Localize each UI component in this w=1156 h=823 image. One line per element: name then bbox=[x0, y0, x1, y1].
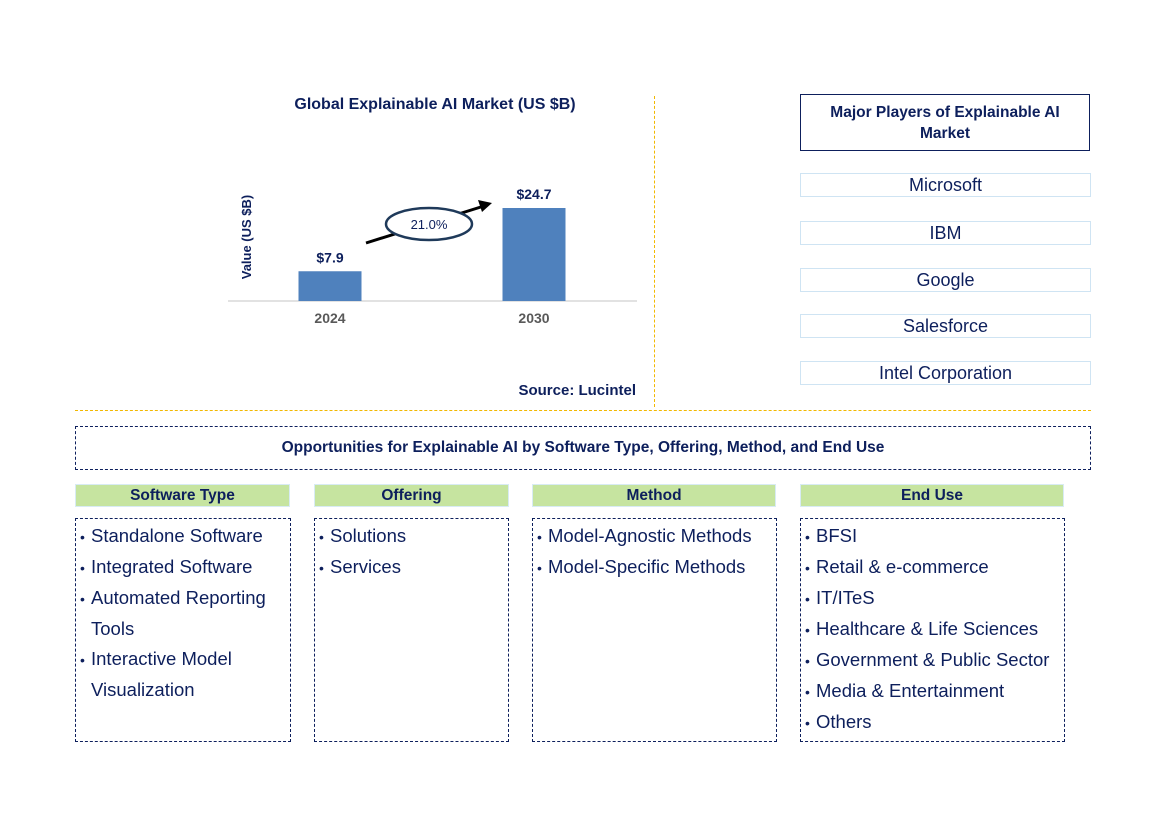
y-axis-label: Value (US $B) bbox=[239, 195, 254, 280]
player-item: Google bbox=[800, 268, 1091, 292]
list-item: Model-Agnostic Methods bbox=[537, 521, 772, 552]
player-item: Microsoft bbox=[800, 173, 1091, 197]
data-label-2030: $24.7 bbox=[516, 186, 551, 202]
list-item: Interactive Model Visualization bbox=[80, 644, 286, 705]
list-item: Others bbox=[805, 707, 1060, 738]
growth-arrow-head bbox=[478, 200, 492, 212]
player-item: Intel Corporation bbox=[800, 361, 1091, 385]
growth-annotation: 21.0% bbox=[365, 200, 492, 245]
opportunities-title: Opportunities for Explainable AI by Soft… bbox=[75, 426, 1091, 470]
player-item: Salesforce bbox=[800, 314, 1091, 338]
bar-2030 bbox=[502, 208, 566, 301]
x-tick-label-2024: 2024 bbox=[314, 310, 345, 326]
category-list: SolutionsServices bbox=[319, 521, 504, 583]
list-item: Government & Public Sector bbox=[805, 645, 1060, 676]
category-list: Model-Agnostic MethodsModel-Specific Met… bbox=[537, 521, 772, 583]
player-item: IBM bbox=[800, 221, 1091, 245]
category-header-method: Method bbox=[532, 484, 776, 507]
growth-rate-label: 21.0% bbox=[411, 217, 448, 232]
list-item: Media & Entertainment bbox=[805, 676, 1060, 707]
list-item: Healthcare & Life Sciences bbox=[805, 614, 1060, 645]
list-item: Integrated Software bbox=[80, 552, 286, 583]
category-list: BFSIRetail & e-commerceIT/ITeSHealthcare… bbox=[805, 521, 1060, 738]
list-item: Standalone Software bbox=[80, 521, 286, 552]
vertical-divider bbox=[654, 96, 655, 407]
list-item: Services bbox=[319, 552, 504, 583]
players-title: Major Players of Explainable AI Market bbox=[800, 94, 1090, 151]
category-box-end-use: BFSIRetail & e-commerceIT/ITeSHealthcare… bbox=[800, 518, 1065, 742]
list-item: BFSI bbox=[805, 521, 1060, 552]
list-item: Model-Specific Methods bbox=[537, 552, 772, 583]
category-header-offering: Offering bbox=[314, 484, 509, 507]
category-header-end-use: End Use bbox=[800, 484, 1064, 507]
category-box-software-type: Standalone SoftwareIntegrated SoftwareAu… bbox=[75, 518, 291, 742]
category-header-software-type: Software Type bbox=[75, 484, 290, 507]
category-box-method: Model-Agnostic MethodsModel-Specific Met… bbox=[532, 518, 777, 742]
bar-2024 bbox=[298, 271, 362, 301]
data-label-2024: $7.9 bbox=[316, 249, 343, 265]
source-note: Source: Lucintel bbox=[518, 382, 636, 399]
list-item: Solutions bbox=[319, 521, 504, 552]
list-item: IT/ITeS bbox=[805, 583, 1060, 614]
x-tick-label-2030: 2030 bbox=[518, 310, 549, 326]
list-item: Automated Reporting Tools bbox=[80, 583, 286, 644]
category-box-offering: SolutionsServices bbox=[314, 518, 509, 742]
horizontal-divider bbox=[75, 410, 1091, 411]
category-list: Standalone SoftwareIntegrated SoftwareAu… bbox=[80, 521, 286, 705]
list-item: Retail & e-commerce bbox=[805, 552, 1060, 583]
